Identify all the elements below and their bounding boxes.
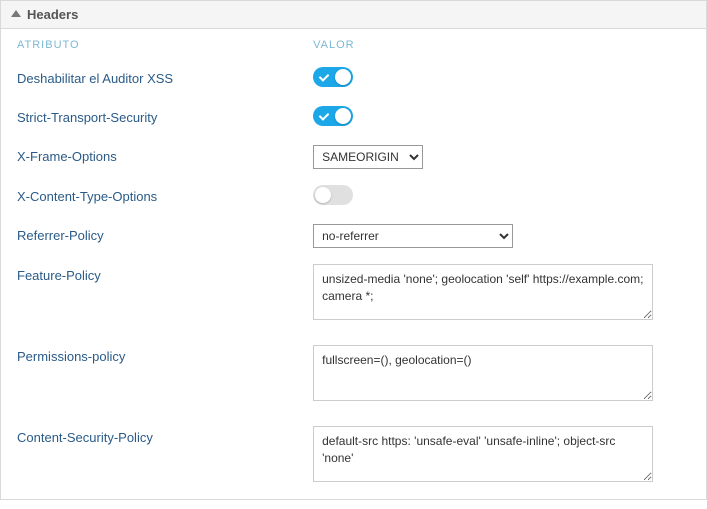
toggle-xcontent[interactable] [313,185,353,205]
row-referrer: Referrer-Policy no-referrer [1,216,706,256]
select-xframe[interactable]: SAMEORIGIN [313,145,423,169]
label-hsts: Strict-Transport-Security [17,106,313,125]
toggle-xss[interactable] [313,67,353,87]
row-xss: Deshabilitar el Auditor XSS [1,59,706,98]
row-csp: Content-Security-Policy [1,418,706,499]
row-hsts: Strict-Transport-Security [1,98,706,137]
panel-header[interactable]: Headers [1,1,706,29]
label-csp: Content-Security-Policy [17,426,313,445]
column-header-attribute: ATRIBUTO [17,39,313,51]
headers-panel: Headers ATRIBUTO VALOR Deshabilitar el A… [0,0,707,500]
panel-title: Headers [27,7,78,22]
label-xcontent: X-Content-Type-Options [17,185,313,204]
select-referrer[interactable]: no-referrer [313,224,513,248]
row-feature: Feature-Policy [1,256,706,337]
label-permissions: Permissions-policy [17,345,313,364]
row-permissions: Permissions-policy [1,337,706,418]
columns-header: ATRIBUTO VALOR [1,29,706,59]
textarea-feature[interactable] [313,264,653,320]
column-header-value: VALOR [313,39,690,51]
label-xframe: X-Frame-Options [17,145,313,164]
label-referrer: Referrer-Policy [17,224,313,243]
toggle-hsts[interactable] [313,106,353,126]
row-xcontent: X-Content-Type-Options [1,177,706,216]
textarea-permissions[interactable] [313,345,653,401]
caret-up-icon [11,10,21,17]
toggle-knob-icon [335,108,351,124]
textarea-csp[interactable] [313,426,653,482]
row-xframe: X-Frame-Options SAMEORIGIN [1,137,706,177]
label-xss: Deshabilitar el Auditor XSS [17,67,313,86]
toggle-knob-icon [335,69,351,85]
toggle-knob-icon [315,187,331,203]
label-feature: Feature-Policy [17,264,313,283]
